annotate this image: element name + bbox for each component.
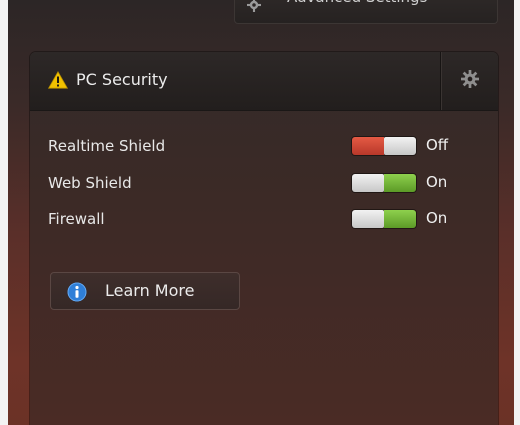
shield-label: Firewall [48, 210, 105, 228]
firewall-toggle[interactable] [352, 210, 416, 228]
realtime-shield-toggle[interactable] [352, 137, 416, 155]
pc-security-panel: PC Security Realtime Shield Off Web Shie… [30, 52, 498, 425]
toggle-fill [384, 210, 416, 228]
learn-more-label: Learn More [105, 281, 195, 300]
panel-title: PC Security [76, 70, 168, 89]
shield-row-web: Web Shield On [30, 171, 498, 195]
panel-header: PC Security [30, 52, 498, 111]
shield-state: Off [426, 136, 449, 154]
advanced-settings-button[interactable]: Advanced Settings [234, 0, 498, 24]
web-shield-toggle[interactable] [352, 174, 416, 192]
shield-row-realtime: Realtime Shield Off [30, 134, 498, 158]
shield-row-firewall: Firewall On [30, 207, 498, 231]
shield-state: On [426, 209, 448, 227]
gear-icon [461, 70, 479, 88]
panel-settings-button[interactable] [440, 52, 499, 110]
gear-icon [247, 0, 261, 12]
info-icon [67, 282, 87, 302]
toggle-fill [384, 174, 416, 192]
shield-state: On [426, 173, 448, 191]
advanced-settings-label: Advanced Settings [287, 0, 427, 12]
toggle-fill [352, 137, 384, 155]
shield-label: Realtime Shield [48, 137, 166, 155]
learn-more-button[interactable]: Learn More [50, 272, 240, 310]
toggle-knob [352, 210, 384, 228]
app-frame: Advanced Settings PC Security [8, 0, 514, 425]
shield-label: Web Shield [48, 174, 132, 192]
toggle-knob [384, 137, 416, 155]
toggle-knob [352, 174, 384, 192]
warning-triangle-icon [48, 71, 68, 89]
